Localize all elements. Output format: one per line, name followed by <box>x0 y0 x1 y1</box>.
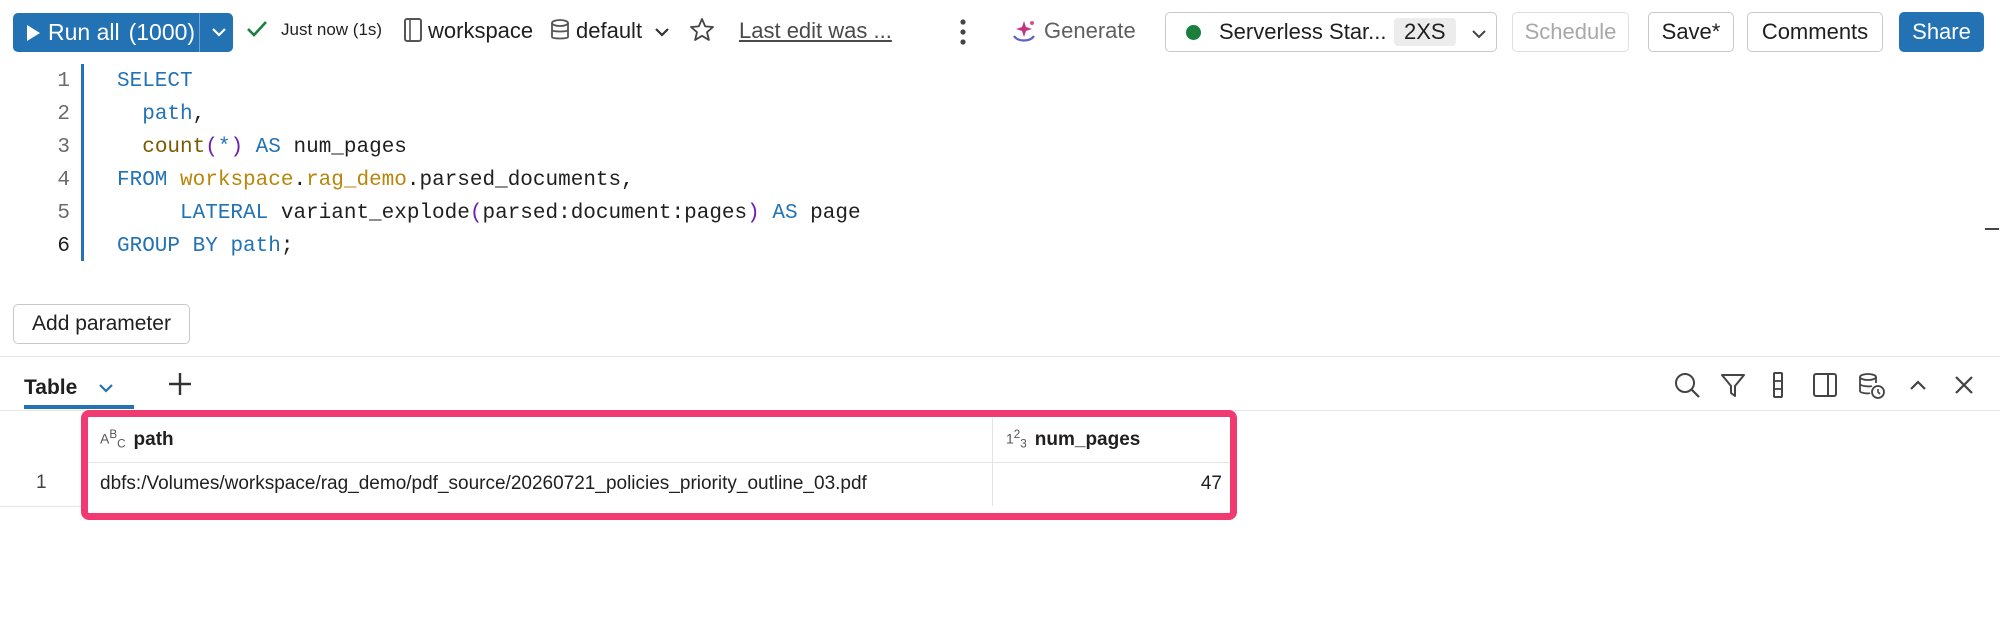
last-edit-link[interactable]: Last edit was ... <box>739 18 892 44</box>
tab-table[interactable]: Table <box>24 368 115 408</box>
line-number: 1 <box>57 70 70 93</box>
run-all-label: Run all <box>48 19 120 45</box>
code-text: path, <box>117 98 205 131</box>
code-token: num_pages <box>280 136 407 159</box>
run-all-button[interactable]: Run all (1000) <box>13 13 233 52</box>
run-all-count: (1000) <box>128 19 196 45</box>
code-text: SELECT <box>117 65 193 98</box>
code-token: rag_demo <box>306 169 407 192</box>
schedule-button[interactable]: Schedule <box>1512 12 1629 52</box>
kebab-menu-icon[interactable] <box>957 17 969 47</box>
filter-icon[interactable] <box>1719 370 1747 400</box>
code-token: ) <box>747 202 760 225</box>
code-token: AS <box>255 136 281 159</box>
code-line[interactable]: 5 LATERAL variant_explode(parsed:documen… <box>0 197 1900 230</box>
code-line[interactable]: 6 GROUP BY path; <box>0 230 1900 263</box>
code-token: ) <box>230 136 244 159</box>
chevron-down-icon[interactable] <box>1469 24 1489 44</box>
line-number: 4 <box>57 169 70 192</box>
chevron-up-icon[interactable] <box>1906 370 1930 400</box>
query-toolbar: Run all (1000) Just now (1s) workspace d… <box>0 0 2000 64</box>
code-token: count <box>142 136 206 159</box>
code-token: FROM <box>117 169 168 192</box>
code-token: workspace <box>180 169 294 192</box>
add-parameter-button[interactable]: Add parameter <box>13 304 190 344</box>
code-token: .parsed_documents, <box>406 169 634 192</box>
check-icon <box>247 21 267 37</box>
play-icon <box>27 24 40 41</box>
active-tab-indicator <box>24 405 134 409</box>
highlight-box <box>81 410 1237 520</box>
comments-button[interactable]: Comments <box>1747 12 1883 52</box>
close-icon[interactable] <box>1950 370 1978 400</box>
compute-status-dot <box>1186 24 1201 40</box>
database-history-icon[interactable] <box>1856 370 1886 400</box>
catalog-selector[interactable]: workspace <box>428 18 533 44</box>
save-button[interactable]: Save* <box>1648 12 1734 52</box>
code-token: path <box>142 103 193 126</box>
code-line[interactable]: 3 count(*) AS num_pages <box>0 131 1900 164</box>
line-number: 2 <box>57 103 70 126</box>
code-token: parsed:document:pages <box>482 202 748 225</box>
code-text: FROM workspace.rag_demo.parsed_documents… <box>117 164 634 197</box>
side-panel-icon[interactable] <box>1811 370 1839 400</box>
code-token: LATERAL <box>180 202 269 225</box>
compute-selector[interactable]: Serverless Star... 2XS <box>1165 12 1497 52</box>
code-token: . <box>293 169 307 192</box>
line-number: 6 <box>57 235 70 258</box>
row-number-separator <box>0 506 88 507</box>
code-text: LATERAL variant_explode(parsed:document:… <box>117 197 861 230</box>
schema-selector[interactable]: default <box>576 18 642 44</box>
code-text: GROUP BY path; <box>117 230 293 263</box>
line-number: 5 <box>57 202 70 225</box>
row-number: 1 <box>36 472 47 493</box>
code-token: AS <box>772 202 798 225</box>
line-number: 3 <box>57 136 70 159</box>
code-token: SELECT <box>117 70 193 93</box>
sql-editor[interactable]: 1 SELECT 2 path, 3 count(*) AS num_pages 4 FR… <box>0 64 2000 264</box>
generate-button[interactable]: Generate <box>1044 18 1136 44</box>
code-token: , <box>192 103 206 126</box>
results-divider <box>0 356 2000 357</box>
code-token: GROUP BY <box>117 235 218 258</box>
compute-name: Serverless Star... <box>1219 19 1387 44</box>
code-line[interactable]: 1 SELECT <box>0 65 1900 98</box>
chevron-down-icon[interactable] <box>652 22 672 42</box>
tab-table-label: Table <box>24 376 78 399</box>
code-token: ( <box>205 136 218 159</box>
add-visualization-icon[interactable] <box>166 370 194 398</box>
search-icon[interactable] <box>1672 370 1702 400</box>
code-token: ( <box>469 202 483 225</box>
chevron-down-icon[interactable] <box>209 22 229 42</box>
code-token: ; <box>280 235 294 258</box>
code-token: * <box>217 136 231 159</box>
editor-scroll-marker <box>1985 228 1999 230</box>
star-icon[interactable] <box>688 16 716 44</box>
run-all-divider <box>199 13 200 52</box>
code-text: count(*) AS num_pages <box>117 131 407 164</box>
code-line[interactable]: 4 FROM workspace.rag_demo.parsed_document… <box>0 164 1900 197</box>
code-token: page <box>797 202 861 225</box>
file-icon <box>404 18 422 42</box>
run-status-text: Just now (1s) <box>281 20 383 39</box>
chevron-down-icon[interactable] <box>97 379 115 397</box>
share-button[interactable]: Share <box>1899 12 1984 52</box>
assistant-sparkle-icon <box>1013 21 1035 42</box>
code-line[interactable]: 2 path, <box>0 98 1900 131</box>
compute-size-badge: 2XS <box>1394 18 1456 46</box>
code-token: variant_explode <box>268 202 470 225</box>
column-settings-icon[interactable] <box>1768 370 1788 400</box>
database-icon <box>551 19 569 40</box>
code-token: path <box>230 235 281 258</box>
